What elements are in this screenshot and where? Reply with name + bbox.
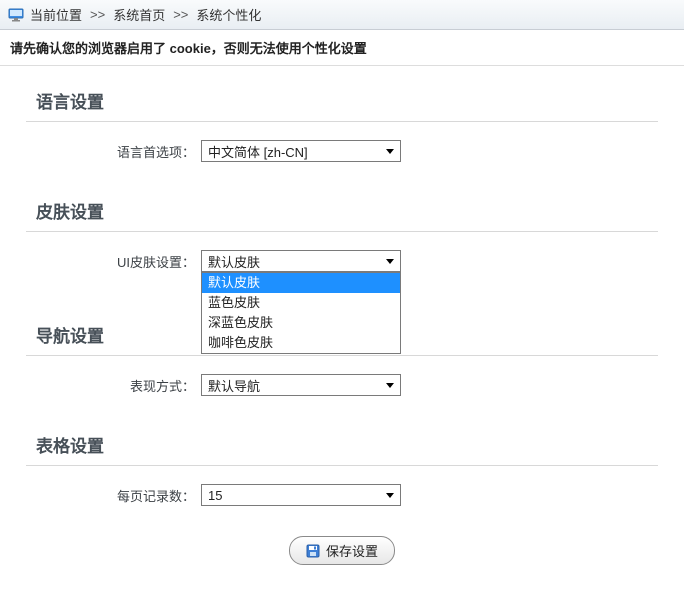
breadcrumb-home[interactable]: 系统首页 <box>113 5 165 24</box>
breadcrumb-page: 系统个性化 <box>196 5 261 24</box>
breadcrumb-sep: >> <box>173 7 188 22</box>
pagesize-select[interactable]: 15 <box>201 484 401 506</box>
skin-option[interactable]: 蓝色皮肤 <box>202 293 400 313</box>
skin-label: UI皮肤设置： <box>26 252 201 271</box>
skin-option[interactable]: 默认皮肤 <box>202 273 400 293</box>
skin-option[interactable]: 咖啡色皮肤 <box>202 333 400 353</box>
skin-option[interactable]: 深蓝色皮肤 <box>202 313 400 333</box>
chevron-down-icon <box>386 493 394 498</box>
skin-select[interactable]: 默认皮肤 <box>201 250 401 272</box>
breadcrumb: 当前位置 >> 系统首页 >> 系统个性化 <box>0 0 684 30</box>
pagesize-select-value: 15 <box>208 488 222 503</box>
cookie-notice: 请先确认您的浏览器启用了 cookie，否则无法使用个性化设置 <box>0 30 684 66</box>
save-button[interactable]: 保存设置 <box>289 536 395 565</box>
save-button-label: 保存设置 <box>326 541 378 560</box>
breadcrumb-sep: >> <box>90 7 105 22</box>
monitor-icon <box>8 7 24 23</box>
language-select-value: 中文简体 [zh-CN] <box>208 142 308 161</box>
table-label: 每页记录数： <box>26 486 201 505</box>
section-title-language: 语言设置 <box>26 80 658 122</box>
section-title-table: 表格设置 <box>26 424 658 466</box>
language-select[interactable]: 中文简体 [zh-CN] <box>201 140 401 162</box>
chevron-down-icon <box>386 149 394 154</box>
skin-select-value: 默认皮肤 <box>208 252 260 271</box>
nav-label: 表现方式： <box>26 376 201 395</box>
language-label: 语言首选项： <box>26 142 201 161</box>
chevron-down-icon <box>386 259 394 264</box>
save-icon <box>306 544 320 558</box>
breadcrumb-current-label: 当前位置 <box>30 5 82 24</box>
section-title-skin: 皮肤设置 <box>26 190 658 232</box>
skin-dropdown: 默认皮肤 蓝色皮肤 深蓝色皮肤 咖啡色皮肤 <box>201 272 401 354</box>
nav-select[interactable]: 默认导航 <box>201 374 401 396</box>
chevron-down-icon <box>386 383 394 388</box>
nav-select-value: 默认导航 <box>208 376 260 395</box>
